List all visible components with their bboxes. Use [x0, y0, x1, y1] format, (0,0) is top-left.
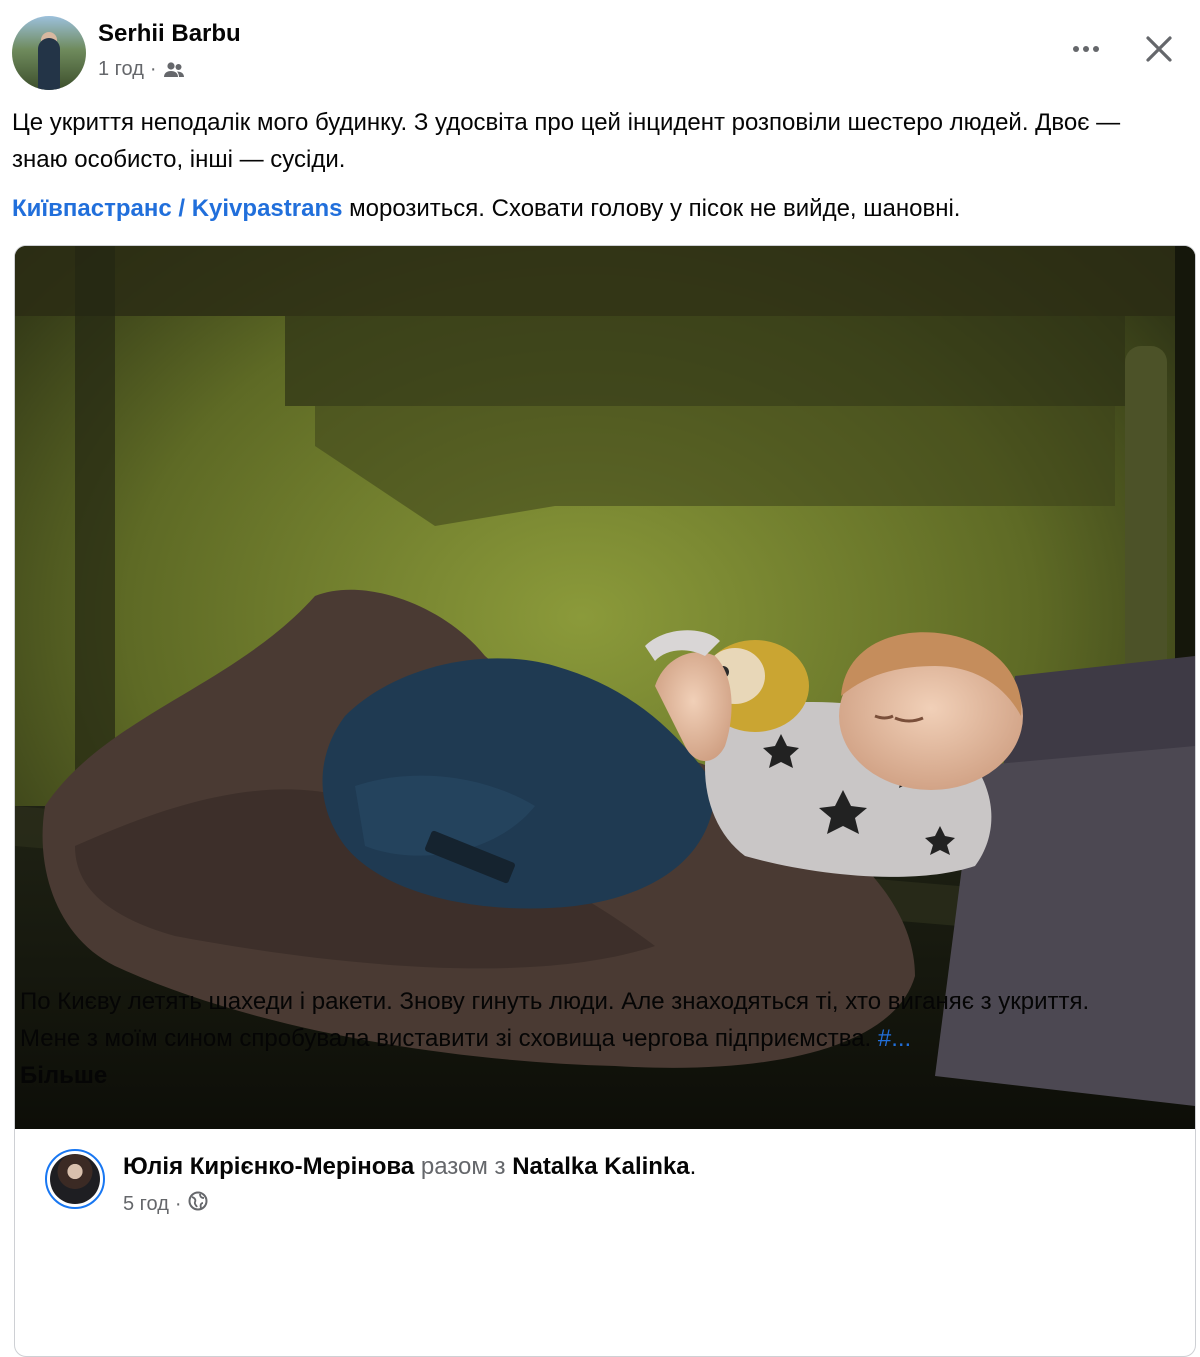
more-dot [1093, 46, 1099, 52]
meta-separator: · [174, 1192, 182, 1215]
post-text-paragraph-2: Київпастранс / Kyivpastrans морозиться. … [12, 190, 1182, 227]
hashtag-link[interactable]: #... [878, 1025, 911, 1052]
post-time[interactable]: 1 год [98, 58, 144, 81]
shared-author-line: Юлія Кирієнко-Мерінова разом з Natalka K… [123, 1153, 696, 1181]
shared-post-meta: 5 год · [123, 1191, 208, 1217]
post-text-rest: морозиться. Сховати голову у пісок не ви… [342, 195, 961, 222]
more-options-button[interactable] [1066, 36, 1106, 62]
close-button[interactable] [1142, 32, 1176, 66]
page-mention-link[interactable]: Київпастранс / Kyivpastrans [12, 195, 342, 222]
shared-post-paragraph: По Києву летять шахеди і ракети. Знову г… [20, 983, 1150, 1094]
shared-post-header: Юлія Кирієнко-Мерінова разом з Natalka K… [15, 1129, 1195, 1229]
tagged-person[interactable]: Natalka Kalinka [512, 1153, 689, 1180]
shared-post-text: По Києву летять шахеди і ракети. Знову г… [20, 988, 1090, 1052]
post-text-paragraph-1: Це укриття неподалік мого будинку. З удо… [12, 109, 1121, 173]
more-dot [1073, 46, 1079, 52]
friends-icon [163, 61, 185, 79]
shared-avatar-photo [50, 1154, 100, 1204]
avatar-body [38, 38, 60, 90]
close-icon [1146, 36, 1172, 62]
see-more-link[interactable]: Більше [20, 1057, 1150, 1094]
name-period: . [689, 1153, 697, 1180]
post-body: Це укриття неподалік мого будинку. З удо… [12, 104, 1182, 227]
shared-author-name[interactable]: Юлія Кирієнко-Мерінова [123, 1153, 414, 1180]
more-dot [1083, 46, 1089, 52]
shared-post-card[interactable]: Юлія Кирієнко-Мерінова разом з Natalka K… [14, 245, 1196, 1357]
with-label: разом з [420, 1153, 506, 1180]
shared-post-body: По Києву летять шахеди і ракети. Знову г… [20, 983, 1150, 1094]
post-meta: 1 год · [98, 58, 185, 81]
shared-author-avatar[interactable] [45, 1149, 105, 1209]
globe-icon [188, 1191, 208, 1217]
post-header: Serhii Barbu 1 год · [12, 14, 1180, 94]
author-avatar[interactable] [12, 16, 86, 90]
author-name[interactable]: Serhii Barbu [98, 20, 241, 48]
meta-separator: · [149, 58, 157, 80]
shared-post-time[interactable]: 5 год [123, 1193, 169, 1216]
